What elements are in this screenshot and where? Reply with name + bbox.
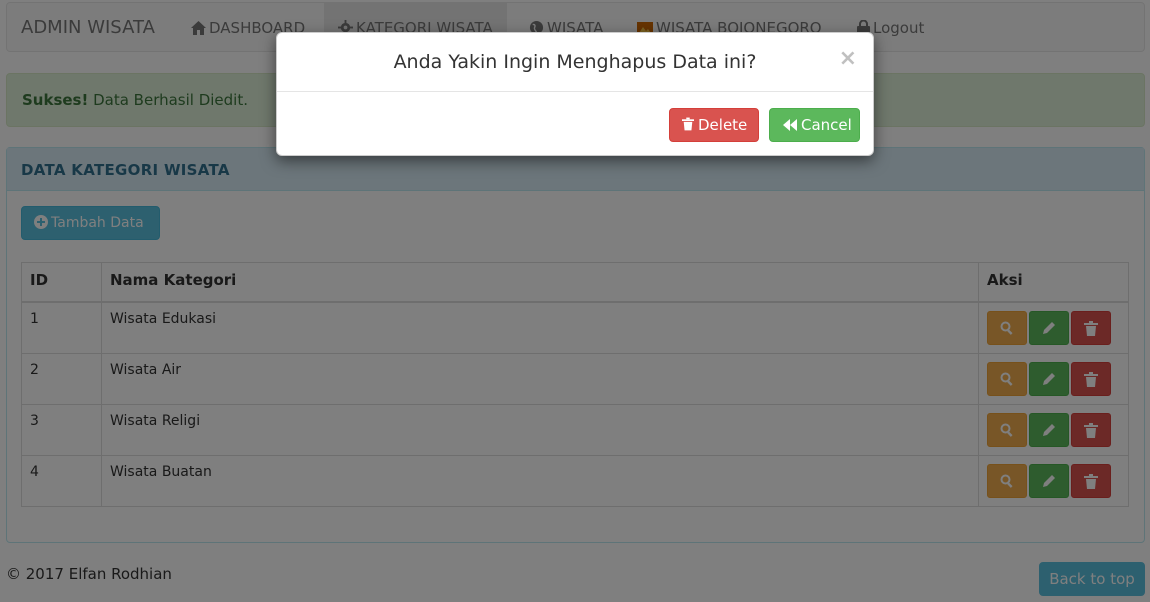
cancel-button[interactable]: Cancel — [769, 108, 860, 142]
delete-label: Delete — [698, 116, 748, 134]
trash-icon — [682, 110, 694, 142]
modal-title: Anda Yakin Ingin Menghapus Data ini? — [277, 33, 873, 92]
backward-icon — [783, 110, 797, 142]
confirm-delete-button[interactable]: Delete — [669, 108, 759, 142]
delete-confirm-modal: Anda Yakin Ingin Menghapus Data ini? × D… — [276, 32, 874, 156]
close-icon[interactable]: × — [839, 46, 857, 71]
cancel-label: Cancel — [801, 116, 852, 134]
